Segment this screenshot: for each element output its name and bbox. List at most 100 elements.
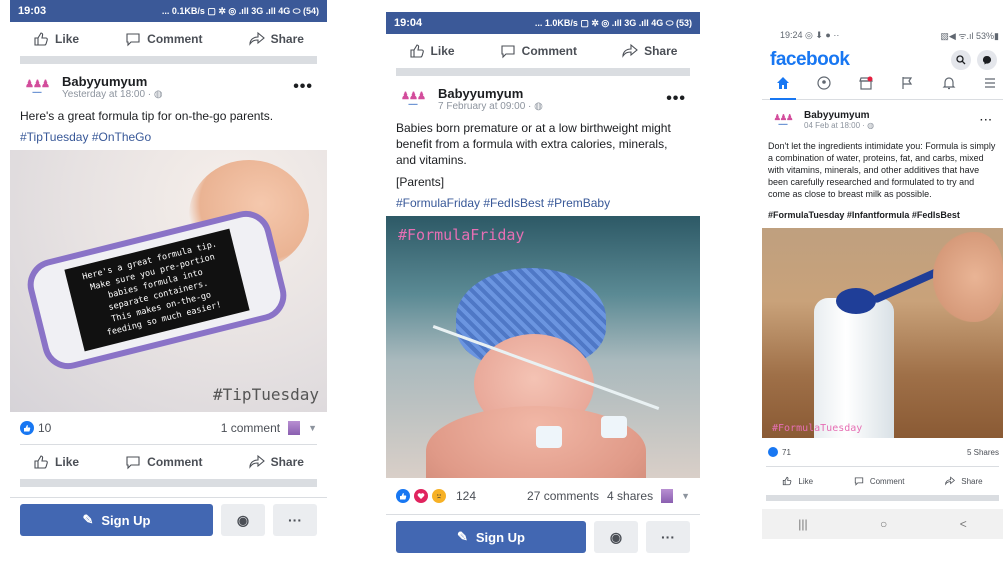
more-button[interactable]: ··· bbox=[273, 504, 317, 536]
messenger-icon[interactable] bbox=[977, 50, 997, 70]
page-name[interactable]: Babyyumyum bbox=[804, 110, 972, 121]
post-timestamp: 04 Feb at 18:00 · bbox=[804, 121, 868, 130]
share-button[interactable]: Share bbox=[622, 43, 677, 59]
more-options-icon[interactable]: ••• bbox=[666, 90, 690, 108]
post-hashtags[interactable]: #FormulaFriday #FedIsBest #PremBaby bbox=[386, 192, 700, 216]
section-divider bbox=[396, 68, 690, 76]
search-icon[interactable] bbox=[951, 50, 971, 70]
more-options-icon[interactable]: ••• bbox=[293, 78, 317, 96]
post-hashtags[interactable]: #TipTuesday #OnTheGo bbox=[10, 126, 327, 150]
like-button[interactable]: Like bbox=[33, 454, 79, 470]
comment-button[interactable]: Comment bbox=[854, 476, 905, 486]
page-name[interactable]: Babyyumyum bbox=[62, 74, 285, 89]
like-reaction-icon bbox=[768, 447, 778, 457]
reaction-summary[interactable]: 124 27 comments 4 shares ▼ bbox=[386, 478, 700, 514]
hand-image bbox=[933, 232, 1003, 322]
comment-label: Comment bbox=[147, 455, 203, 469]
facebook-logo[interactable]: facebook bbox=[770, 49, 850, 71]
status-time: 19:03 bbox=[18, 5, 47, 17]
pencil-icon: ✎ bbox=[82, 512, 94, 527]
home-circle-icon[interactable]: ○ bbox=[880, 517, 887, 531]
post-actions-top: Like Comment Share bbox=[386, 34, 700, 68]
like-label: Like bbox=[55, 455, 80, 469]
globe-icon: ◍ bbox=[867, 121, 875, 130]
marketplace-icon[interactable] bbox=[858, 76, 873, 95]
pages-flag-icon[interactable] bbox=[900, 76, 914, 95]
menu-hamburger-icon[interactable] bbox=[983, 76, 997, 95]
like-button[interactable]: Like bbox=[409, 43, 455, 59]
reaction-summary[interactable]: 71 5 Shares bbox=[762, 438, 1003, 466]
messenger-icon: ◉ bbox=[236, 511, 250, 528]
comment-label: Comment bbox=[869, 476, 905, 486]
caret-down-icon[interactable]: ▼ bbox=[308, 423, 317, 433]
post-header: ♟♟♟ ━━━ Babyyumyum 7 February at 09:00 ·… bbox=[386, 76, 700, 118]
more-button[interactable]: ··· bbox=[646, 521, 690, 553]
comment-button[interactable]: Comment bbox=[125, 31, 203, 47]
share-icon bbox=[249, 31, 265, 47]
comment-icon bbox=[854, 476, 864, 486]
page-avatar[interactable]: ♟♟♟ ━━━ bbox=[20, 75, 54, 99]
post-actions-bottom: Like Comment Share bbox=[10, 445, 327, 479]
share-button[interactable]: Share bbox=[249, 31, 304, 47]
home-icon[interactable] bbox=[776, 76, 790, 95]
like-reaction-icon bbox=[396, 489, 410, 503]
page-avatar[interactable]: ♟♟♟ ━━━ bbox=[770, 108, 796, 132]
share-button[interactable]: Share bbox=[945, 476, 983, 486]
more-options-icon[interactable]: ··· bbox=[980, 115, 997, 126]
comment-icon bbox=[125, 31, 141, 47]
reaction-count: 10 bbox=[38, 421, 52, 435]
post-photo[interactable]: Here's a great formula tip. Make sure yo… bbox=[10, 150, 327, 412]
like-button[interactable]: Like bbox=[33, 31, 79, 47]
signup-bar: ✎ Sign Up ◉ ··· bbox=[10, 497, 327, 542]
notifications-bell-icon[interactable] bbox=[942, 76, 956, 95]
sign-up-button[interactable]: ✎ Sign Up bbox=[20, 504, 213, 536]
back-arrow-icon[interactable]: < bbox=[960, 517, 967, 531]
page-name[interactable]: Babyyumyum bbox=[438, 86, 658, 101]
android-nav-bar: ||| ○ < bbox=[762, 509, 1003, 539]
viewer-avatar bbox=[288, 421, 301, 435]
sensor-pad-image bbox=[536, 426, 562, 448]
share-count[interactable]: 5 Shares bbox=[967, 448, 999, 457]
comment-count[interactable]: 1 comment bbox=[221, 421, 280, 435]
groups-icon[interactable] bbox=[817, 76, 831, 95]
post-timestamp: 7 February at 09:00 · bbox=[438, 101, 535, 112]
comment-button[interactable]: Comment bbox=[500, 43, 577, 59]
brand-logo-icon: ━━━ bbox=[32, 89, 42, 96]
post-actions-top: Like Comment Share bbox=[10, 22, 327, 56]
active-tab-indicator bbox=[770, 98, 796, 100]
post-hashtags[interactable]: #FormulaTuesday #Infantformula #FedIsBes… bbox=[762, 202, 1003, 228]
status-bar: 19:03 ... 0.1KB/s ▢ ✲ ◎ .ıll 3G .ıll 4G … bbox=[10, 0, 327, 22]
recent-apps-icon[interactable]: ||| bbox=[798, 517, 807, 531]
thumbs-up-icon bbox=[782, 476, 792, 486]
post-photo[interactable]: #FormulaFriday bbox=[386, 216, 700, 478]
share-icon bbox=[622, 43, 638, 59]
messenger-button[interactable]: ◉ bbox=[221, 504, 265, 536]
viewer-avatar bbox=[661, 489, 674, 503]
like-button[interactable]: Like bbox=[782, 476, 813, 486]
babies-logo-icon: ♟♟♟ bbox=[401, 90, 426, 102]
messenger-button[interactable]: ◉ bbox=[594, 521, 638, 553]
reaction-summary[interactable]: 10 1 comment ▼ bbox=[10, 412, 327, 444]
share-label: Share bbox=[270, 455, 304, 469]
comment-icon bbox=[125, 454, 141, 470]
signup-bar: ✎ Sign Up ◉ ··· bbox=[386, 514, 700, 559]
babies-logo-icon: ♟♟♟ bbox=[25, 78, 50, 90]
sign-up-button[interactable]: ✎ Sign Up bbox=[396, 521, 586, 553]
post-text-source: [Parents] bbox=[396, 175, 445, 189]
phone-screenshot-3: 19:24 ◎ ⬇ ● ·· ▧◀ ᯤ.ıl 53%▮ facebook ♟♟♟… bbox=[762, 0, 1003, 564]
post-photo[interactable]: #FormulaTuesday bbox=[762, 228, 1003, 438]
share-button[interactable]: Share bbox=[249, 454, 304, 470]
comment-button[interactable]: Comment bbox=[125, 454, 203, 470]
share-count[interactable]: 4 shares bbox=[607, 489, 653, 503]
love-reaction-icon bbox=[414, 489, 428, 503]
formula-scoop-image bbox=[836, 288, 876, 314]
sign-up-label: Sign Up bbox=[475, 529, 525, 545]
pencil-icon: ✎ bbox=[456, 529, 468, 544]
thumbs-up-icon bbox=[409, 43, 425, 59]
caret-down-icon[interactable]: ▼ bbox=[681, 491, 690, 501]
ellipsis-icon: ··· bbox=[288, 512, 302, 528]
phone-screenshot-1: 19:03 ... 0.1KB/s ▢ ✲ ◎ .ıll 3G .ıll 4G … bbox=[10, 0, 327, 564]
comment-count[interactable]: 27 comments bbox=[527, 489, 599, 503]
post-text: Babies born premature or at a low birthw… bbox=[396, 121, 671, 167]
page-avatar[interactable]: ♟♟♟ ━━━ bbox=[396, 87, 430, 111]
